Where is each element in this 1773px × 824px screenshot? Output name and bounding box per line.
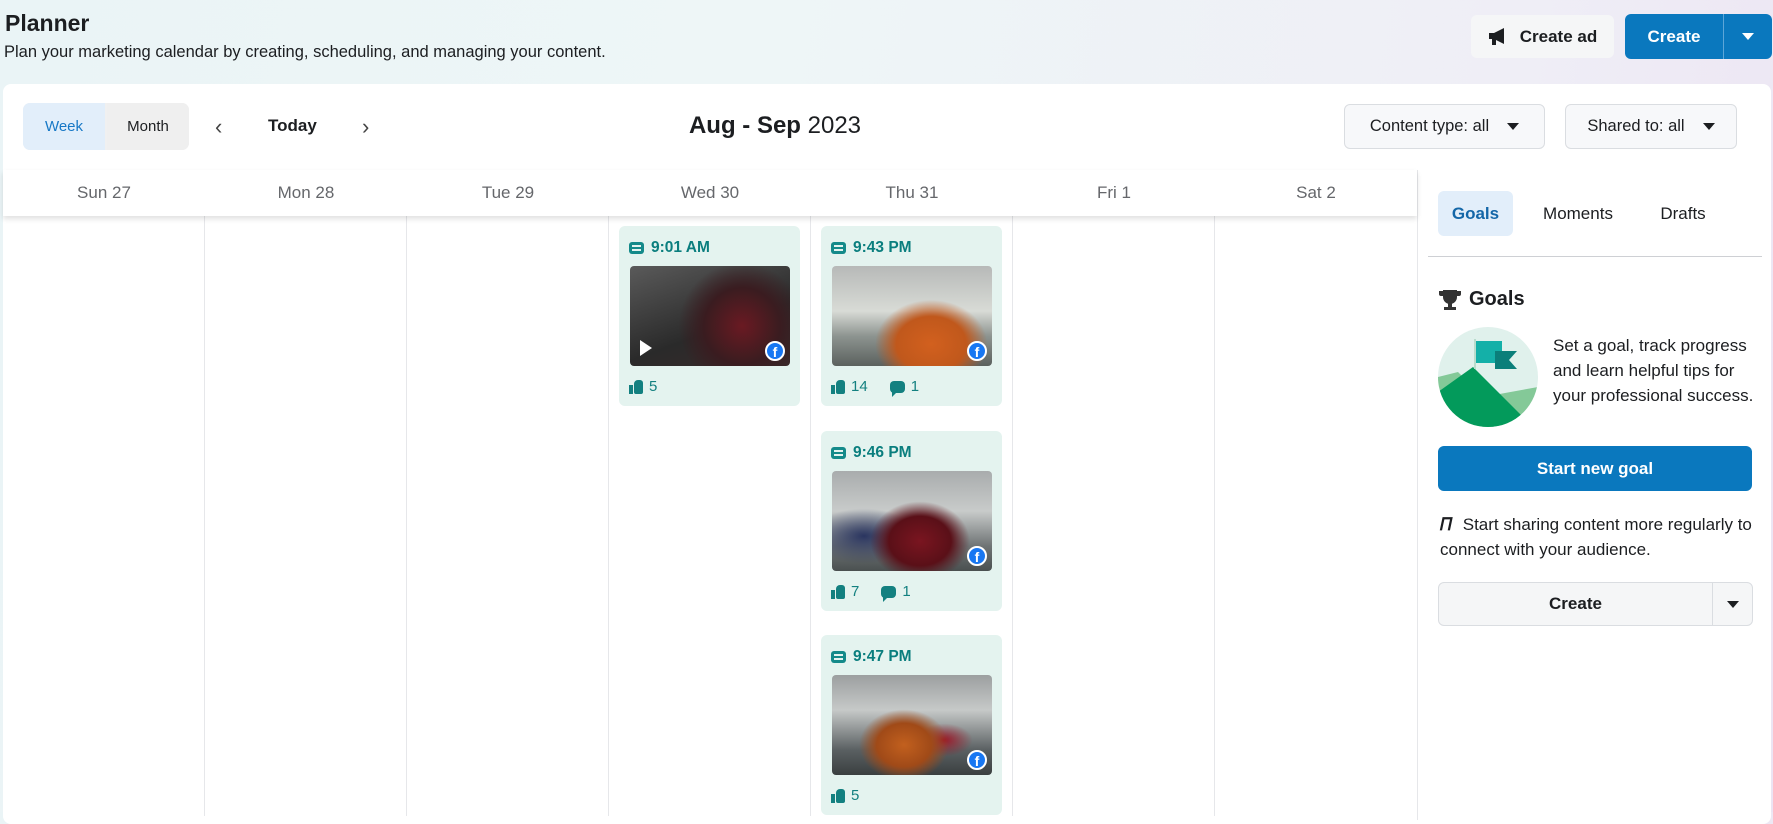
- day-header: Thu 31: [885, 183, 939, 202]
- post-card[interactable]: 9:47 PM f 5: [821, 635, 1002, 815]
- post-icon: [629, 242, 644, 254]
- goal-illustration: [1438, 327, 1538, 427]
- week-view-button[interactable]: Week: [23, 103, 105, 150]
- likes-count: 5: [649, 378, 658, 395]
- sidebar-create-button[interactable]: Create: [1438, 582, 1713, 626]
- like-icon: [831, 788, 845, 803]
- post-thumbnail: f: [832, 266, 992, 366]
- column-divider: [608, 216, 609, 816]
- column-divider: [1214, 216, 1215, 816]
- day-header: Mon 28: [277, 183, 335, 202]
- create-ad-button[interactable]: Create ad: [1471, 15, 1614, 58]
- like-icon: [629, 379, 643, 394]
- start-new-goal-button[interactable]: Start new goal: [1438, 446, 1752, 491]
- post-icon: [831, 651, 846, 663]
- facebook-icon: f: [967, 341, 987, 361]
- tab-moments[interactable]: Moments: [1530, 191, 1626, 236]
- column-divider: [810, 216, 811, 816]
- page-title: Planner: [5, 10, 90, 36]
- share-tip: 𝛱 Start sharing content more regularly t…: [1440, 512, 1760, 562]
- shared-to-filter[interactable]: Shared to: all: [1565, 104, 1737, 149]
- column-divider: [1012, 216, 1013, 816]
- month-view-button[interactable]: Month: [107, 103, 189, 150]
- chevron-right-icon[interactable]: ›: [362, 114, 369, 140]
- facebook-icon: f: [765, 341, 785, 361]
- goals-heading-text: Goals: [1469, 288, 1525, 310]
- post-thumbnail: f: [832, 471, 992, 571]
- audience-icon: 𝛱: [1440, 515, 1453, 534]
- sidebar-create-dropdown[interactable]: [1712, 582, 1753, 626]
- post-card[interactable]: 9:46 PM f 7 1: [821, 431, 1002, 611]
- view-toggle: Week Month: [23, 103, 189, 150]
- facebook-icon: f: [967, 750, 987, 770]
- date-range-year: 2023: [807, 112, 862, 139]
- tabs-divider: [1428, 256, 1762, 257]
- tab-drafts[interactable]: Drafts: [1648, 191, 1718, 236]
- caret-down-icon: [1507, 123, 1520, 130]
- likes-count: 14: [851, 378, 868, 395]
- day-header: Sat 2: [1296, 183, 1336, 202]
- content-type-filter[interactable]: Content type: all: [1344, 104, 1545, 149]
- megaphone-icon: [1488, 27, 1504, 45]
- day-header: Tue 29: [481, 183, 535, 202]
- date-range-title: Aug - Sep 2023: [640, 112, 910, 140]
- post-time: 9:01 AM: [651, 239, 710, 256]
- caret-down-icon: [1742, 33, 1754, 40]
- comments-count: 1: [910, 378, 920, 395]
- chevron-left-icon[interactable]: ‹: [215, 114, 222, 140]
- day-header: Fri 1: [1097, 183, 1131, 202]
- post-thumbnail: f: [832, 675, 992, 775]
- post-thumbnail: f: [630, 266, 790, 366]
- content-type-label: Content type: all: [1369, 117, 1490, 135]
- caret-down-icon: [1726, 600, 1739, 608]
- day-header: Wed 30: [680, 183, 740, 202]
- comments-count: 1: [902, 583, 911, 600]
- comment-icon: [881, 585, 897, 602]
- caret-down-icon: [1702, 123, 1715, 130]
- page-subtitle: Plan your marketing calendar by creating…: [4, 43, 606, 61]
- post-time: 9:46 PM: [853, 444, 912, 461]
- likes-count: 5: [851, 787, 860, 804]
- post-time: 9:47 PM: [853, 648, 912, 665]
- like-icon: [831, 584, 845, 599]
- today-button[interactable]: Today: [268, 116, 317, 136]
- create-button[interactable]: Create: [1625, 14, 1723, 59]
- goals-heading: Goals: [1438, 288, 1525, 311]
- like-icon: [831, 379, 845, 394]
- post-icon: [831, 447, 846, 459]
- sidebar-divider: [1417, 170, 1418, 820]
- post-time: 9:43 PM: [853, 239, 912, 256]
- post-icon: [831, 242, 846, 254]
- day-header: Sun 27: [77, 183, 131, 202]
- goal-description: Set a goal, track progress and learn hel…: [1553, 336, 1754, 405]
- facebook-icon: f: [967, 546, 987, 566]
- tab-goals[interactable]: Goals: [1438, 191, 1513, 236]
- day-header-row: Sun 27 Mon 28 Tue 29 Wed 30 Thu 31 Fri 1…: [3, 170, 1417, 216]
- post-card[interactable]: 9:01 AM f 5: [619, 226, 800, 406]
- trophy-icon: [1439, 289, 1461, 310]
- share-tip-text: Start sharing content more regularly to …: [1440, 515, 1752, 559]
- date-range-months: Aug - Sep: [688, 112, 801, 139]
- column-divider: [406, 216, 407, 816]
- comment-icon: [889, 380, 905, 397]
- post-card[interactable]: 9:43 PM f 14 1: [821, 226, 1002, 406]
- create-ad-label: Create ad: [1519, 26, 1598, 46]
- column-divider: [204, 216, 205, 816]
- create-dropdown-button[interactable]: [1723, 14, 1772, 59]
- likes-count: 7: [851, 583, 860, 600]
- shared-to-label: Shared to: all: [1587, 117, 1685, 135]
- play-icon: [640, 340, 652, 356]
